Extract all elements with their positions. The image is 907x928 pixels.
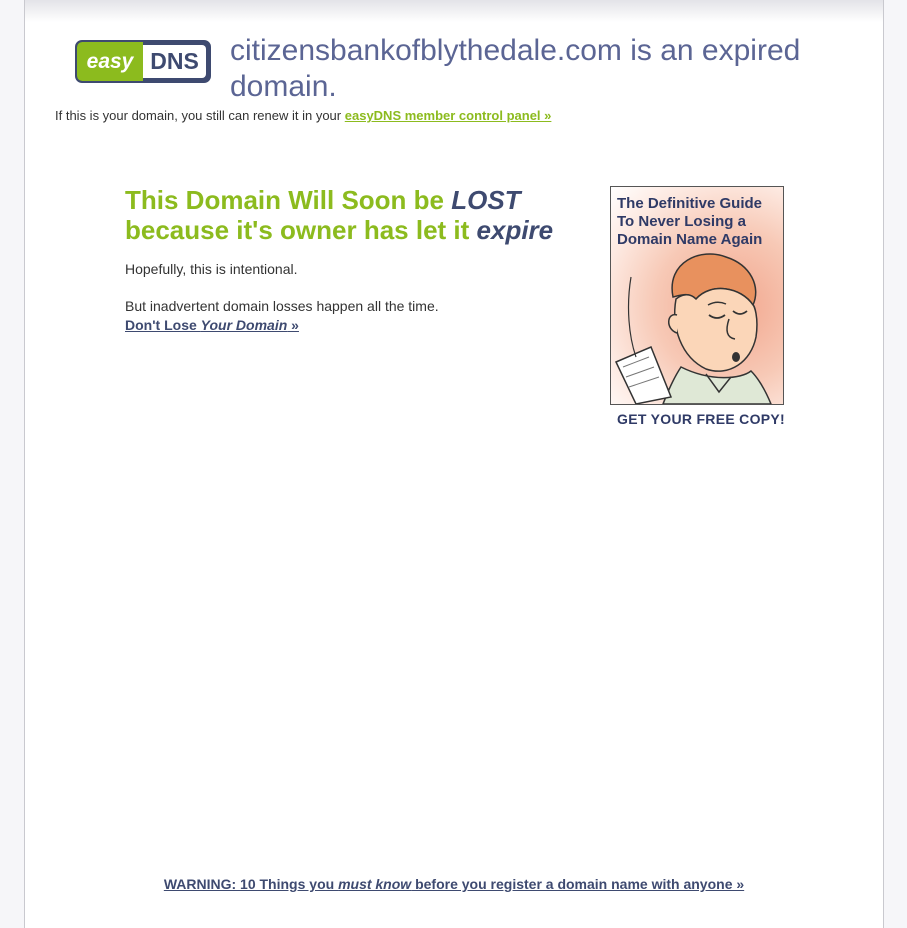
dont-lose-prefix: Don't Lose — [125, 317, 201, 333]
warning-prefix: WARNING: 10 Things you — [163, 876, 339, 892]
book-title: The Definitive Guide To Never Losing a D… — [617, 195, 763, 248]
guide-book-cover[interactable]: The Definitive Guide To Never Losing a D… — [610, 186, 784, 405]
logo-easy-text: easy — [77, 42, 143, 81]
easydns-logo[interactable]: easy DNS — [75, 40, 211, 83]
intentional-text: Hopefully, this is intentional. — [125, 261, 298, 277]
page-container: easy DNS citizensbankofblythedale.com is… — [24, 0, 884, 928]
free-copy-link[interactable]: GET YOUR FREE COPY! — [617, 411, 785, 427]
lost-line1-text: This Domain Will Soon be — [125, 185, 452, 215]
lost-heading: This Domain Will Soon be LOST because it'… — [125, 185, 585, 245]
warning-suffix: before you register a domain name with a… — [411, 876, 745, 892]
dont-lose-emph: Your Domain — [200, 317, 288, 333]
member-control-panel-link[interactable]: easyDNS member control panel » — [345, 108, 552, 123]
warning-emph: must know — [338, 876, 412, 892]
warning-link[interactable]: WARNING: 10 Things you must know before … — [164, 876, 744, 892]
renew-notice: If this is your domain, you still can re… — [55, 108, 551, 123]
page-title: citizensbankofblythedale.com is an expir… — [230, 34, 801, 103]
dont-lose-suffix: » — [287, 317, 299, 333]
lost-line2-text: because it's owner has let it — [125, 215, 477, 245]
lost-emphasis: LOST — [451, 185, 521, 215]
losses-text: But inadvertent domain losses happen all… — [125, 298, 439, 314]
logo-dns-text: DNS — [143, 45, 206, 78]
warning-footer: WARNING: 10 Things you must know before … — [25, 876, 883, 892]
expire-emphasis: expire — [476, 215, 554, 245]
top-shadow — [25, 0, 883, 22]
dont-lose-domain-link[interactable]: Don't Lose Your Domain » — [125, 317, 299, 333]
renew-text: If this is your domain, you still can re… — [55, 108, 342, 123]
